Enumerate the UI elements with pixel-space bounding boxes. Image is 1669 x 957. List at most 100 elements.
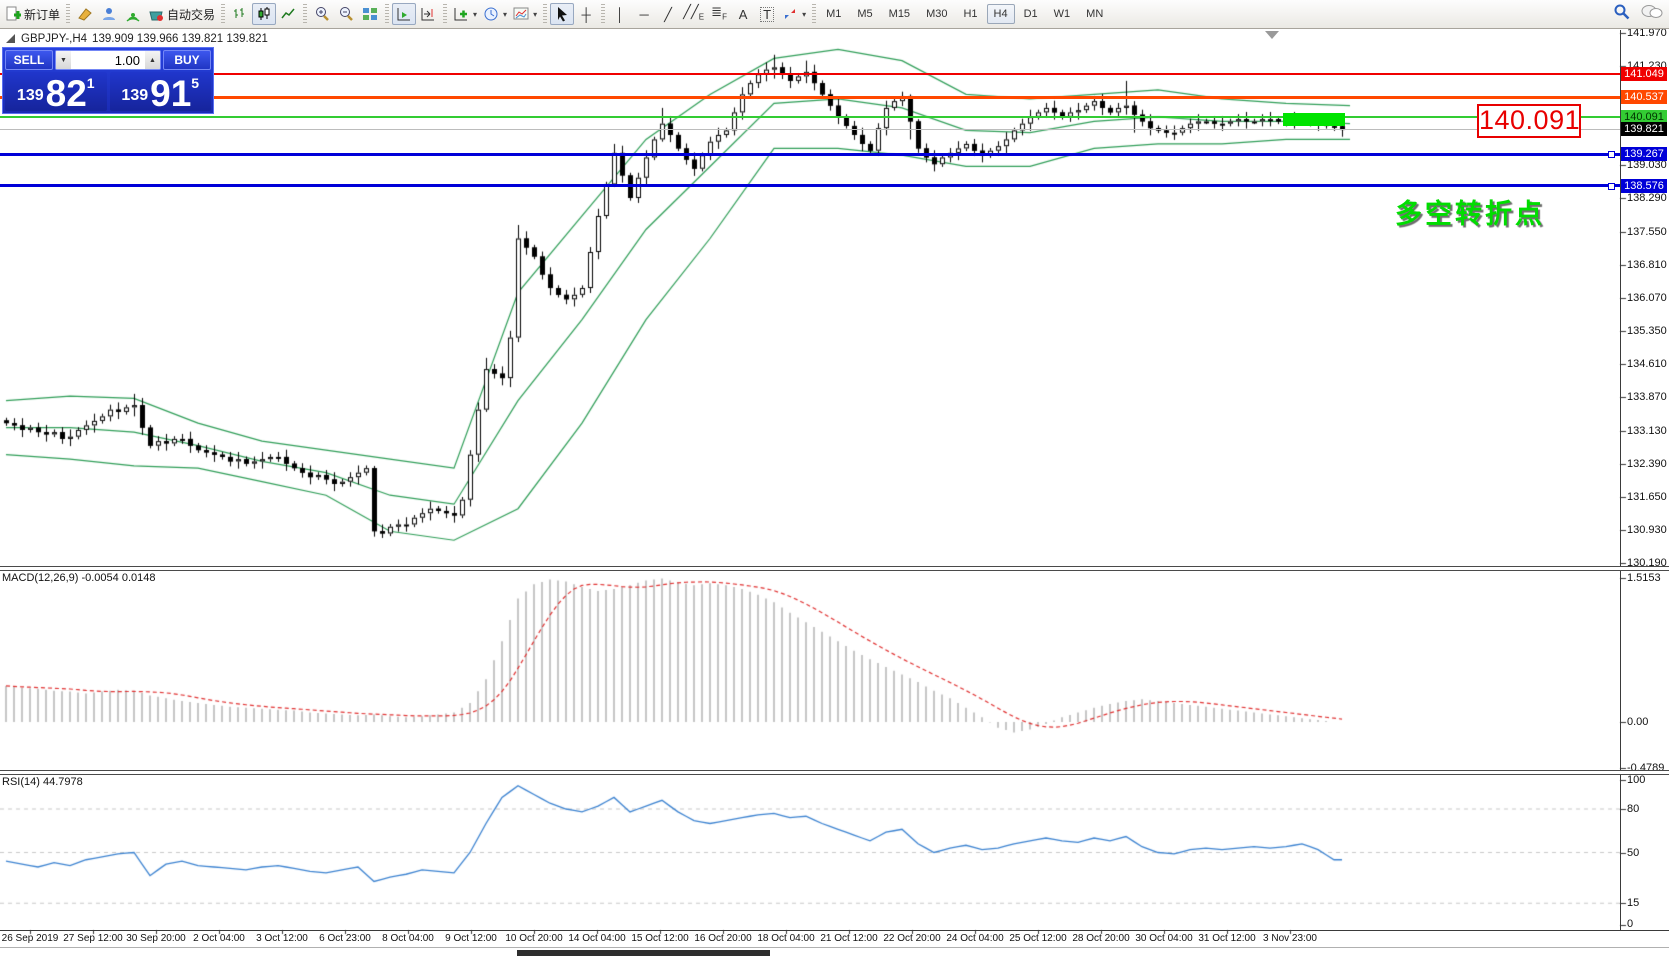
timeframe-d1[interactable]: D1 — [1017, 4, 1045, 24]
toolbar-separator — [385, 4, 390, 24]
sell-price[interactable]: 139 82 1 — [5, 72, 107, 112]
equidistant-channel-button[interactable]: ╱╱E — [680, 3, 707, 25]
horizontal-level-line-141.049[interactable] — [0, 73, 1620, 76]
fibonacci-button[interactable]: ≣F — [707, 3, 731, 25]
buy-button[interactable]: BUY — [163, 50, 211, 70]
date-axis-label: 18 Oct 04:00 — [757, 933, 815, 944]
candle-chart-button[interactable] — [252, 3, 277, 25]
signal-icon — [126, 13, 140, 22]
horizontal-level-line-139.267[interactable] — [0, 152, 1620, 156]
price-axis-border — [1620, 30, 1621, 930]
vertical-line-button[interactable]: │ — [608, 3, 632, 25]
crosshair-icon: ┼ — [581, 6, 591, 22]
pane-splitter-rsi[interactable] — [0, 770, 1669, 775]
cursor-button[interactable] — [550, 3, 575, 25]
fibonacci-icon: ≣F — [711, 3, 727, 22]
profile-button[interactable] — [97, 3, 121, 25]
chat-icon[interactable] — [1641, 3, 1663, 21]
price-axis-tick: 134.610 — [1627, 358, 1667, 371]
sell-price-base: 139 — [16, 87, 44, 104]
highlight-rectangle — [1283, 113, 1345, 126]
autotrade-button[interactable]: 自动交易 — [145, 3, 218, 25]
date-axis-label: 25 Oct 12:00 — [1009, 933, 1067, 944]
add-indicator-button[interactable]: ▾ — [450, 3, 480, 25]
horizontal-scrollbar-thumb[interactable] — [517, 950, 770, 956]
text-label-icon: T — [760, 6, 775, 22]
timeframe-group: M1 M5 M15 M30 H1 H4 D1 W1 MN — [819, 4, 1110, 24]
arrows-button[interactable]: ▾ — [779, 3, 809, 25]
timeframe-w1[interactable]: W1 — [1047, 4, 1078, 24]
date-axis-label: 15 Oct 12:00 — [631, 933, 689, 944]
rsi-axis-label: 50 — [1627, 846, 1640, 859]
zoom-out-button[interactable] — [334, 3, 358, 25]
toolbar-right — [1613, 3, 1663, 21]
bar-chart-button[interactable] — [228, 3, 252, 25]
template-button[interactable]: ▾ — [510, 3, 540, 25]
macd-axis-label: 0.00 — [1627, 716, 1649, 729]
pane-splitter-macd[interactable] — [0, 566, 1669, 571]
horizontal-level-line-140.537[interactable] — [0, 95, 1620, 99]
styler-button[interactable] — [73, 3, 97, 25]
vertical-line-icon: │ — [616, 6, 625, 22]
line-handle[interactable] — [1608, 182, 1615, 190]
trendline-button[interactable]: ╱ — [656, 3, 680, 25]
chart-window-icon — [6, 34, 15, 43]
timeframe-m1[interactable]: M1 — [819, 4, 848, 24]
chart-canvas[interactable] — [0, 0, 1669, 957]
toolbar-separator — [66, 4, 71, 24]
horizontal-level-line-138.576[interactable] — [0, 184, 1620, 188]
scroll-to-end-icon[interactable] — [1265, 31, 1279, 39]
price-axis-tick: 132.390 — [1627, 458, 1667, 471]
auto-scroll-button[interactable] — [392, 3, 417, 25]
rsi-axis-label: 0 — [1627, 918, 1634, 930]
main-toolbar: 新订单 自动交易 ▾ ▾ ▾ ┼ │ ─ ╱ ╱╱E ≣F A T ▾ M1 M… — [0, 0, 1669, 29]
dropdown-caret-icon: ▾ — [473, 9, 478, 19]
new-order-button[interactable]: 新订单 — [2, 3, 63, 25]
tile-windows-button[interactable] — [358, 3, 382, 25]
sell-price-pip: 1 — [86, 75, 95, 91]
turning-point-note: 多空转折点 — [1395, 199, 1545, 229]
date-axis-label: 8 Oct 04:00 — [382, 933, 434, 944]
trade-panel-top-row: SELL ▼ 1.00 ▲ BUY — [3, 48, 213, 71]
cursor-icon — [558, 7, 568, 22]
timeframe-h1[interactable]: H1 — [956, 4, 984, 24]
timeframe-m15[interactable]: M15 — [882, 4, 917, 24]
autotrade-label: 自动交易 — [167, 7, 216, 22]
horizontal-line-icon: ─ — [639, 6, 649, 22]
toolbar-separator — [443, 4, 448, 24]
buy-price[interactable]: 139 91 5 — [109, 72, 211, 112]
timeframe-m5[interactable]: M5 — [850, 4, 879, 24]
zoom-in-button[interactable] — [310, 3, 334, 25]
buy-price-base: 139 — [121, 87, 149, 104]
text-button[interactable]: A — [731, 3, 755, 25]
line-chart-icon — [281, 8, 295, 19]
timeframe-m30[interactable]: M30 — [919, 4, 954, 24]
chart-shift-button[interactable] — [416, 3, 440, 25]
period-button[interactable]: ▾ — [480, 3, 510, 25]
date-axis-label: 31 Oct 12:00 — [1198, 933, 1256, 944]
volume-decrease-button[interactable]: ▼ — [56, 51, 71, 69]
horizontal-line-button[interactable]: ─ — [632, 3, 656, 25]
autotrade-icon — [149, 11, 164, 21]
chart-ohlc: 139.909 139.966 139.821 139.821 — [92, 33, 268, 45]
volume-input[interactable]: 1.00 — [71, 51, 145, 69]
volume-increase-button[interactable]: ▲ — [145, 51, 160, 69]
text-label-button[interactable]: T — [755, 3, 779, 25]
search-icon[interactable] — [1613, 3, 1631, 21]
trendline-icon: ╱ — [664, 6, 672, 22]
tile-windows-icon — [363, 8, 378, 20]
sell-button[interactable]: SELL — [5, 50, 53, 70]
zoom-out-icon — [340, 7, 353, 21]
period-icon — [484, 7, 498, 21]
price-axis-tick: 133.870 — [1627, 391, 1667, 404]
line-chart-button[interactable] — [276, 3, 300, 25]
line-handle[interactable] — [1608, 151, 1615, 159]
horizontal-level-line-139.821[interactable] — [0, 128, 1620, 130]
crosshair-button[interactable]: ┼ — [574, 3, 598, 25]
timeframe-mn[interactable]: MN — [1079, 4, 1110, 24]
timeframe-h4[interactable]: H4 — [986, 4, 1015, 24]
rsi-axis-label: 15 — [1627, 897, 1640, 910]
horizontal-level-line-140.091[interactable] — [0, 116, 1620, 119]
chart-title: GBPJPY-,H4 139.909 139.966 139.821 139.8… — [6, 33, 268, 45]
signal-button[interactable] — [121, 3, 145, 25]
